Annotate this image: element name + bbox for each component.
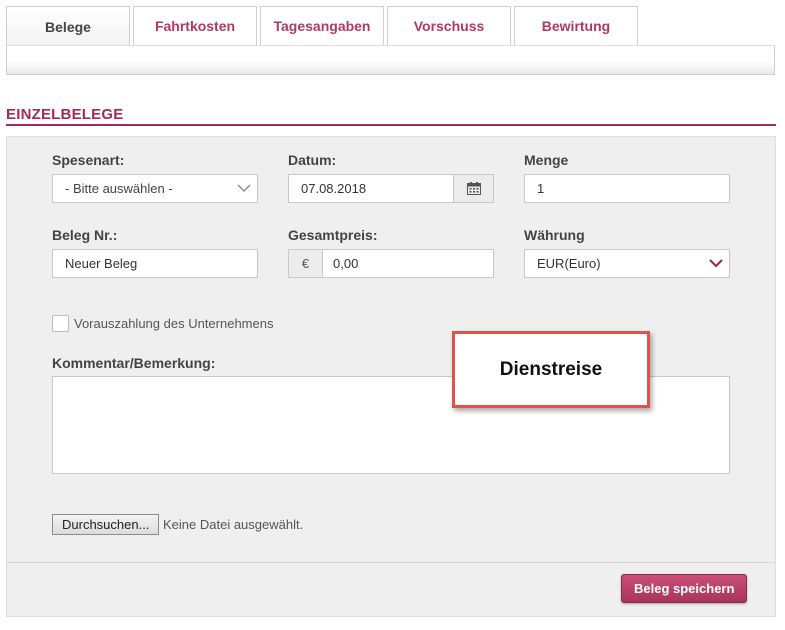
tab-tagesangaben[interactable]: Tagesangaben xyxy=(260,6,384,45)
calendar-icon xyxy=(466,182,481,195)
menge-label: Menge xyxy=(524,152,569,168)
beleg-nr-value: Neuer Beleg xyxy=(65,256,138,271)
tab-label: Belege xyxy=(45,18,91,35)
tab-content-bar xyxy=(6,45,775,75)
tab-label: Bewirtung xyxy=(541,18,611,34)
spesenart-value: - Bitte auswählen - xyxy=(65,181,173,196)
browse-button[interactable]: Durchsuchen... xyxy=(52,514,160,535)
tab-label: Fahrtkosten xyxy=(154,18,236,34)
vorauszahlung-label[interactable]: Vorauszahlung des Unternehmens xyxy=(74,316,273,331)
waehrung-value: EUR(Euro) xyxy=(537,256,601,271)
datum-field[interactable]: 07.08.2018 xyxy=(288,174,494,203)
beleg-nr-label: Beleg Nr.: xyxy=(52,227,118,243)
gesamtpreis-field[interactable]: € 0,00 xyxy=(288,249,494,278)
datum-value: 07.08.2018 xyxy=(301,181,367,196)
menge-value: 1 xyxy=(537,181,545,196)
footer-divider xyxy=(7,562,775,563)
euro-symbol: € xyxy=(301,256,310,271)
tab-label: Vorschuss xyxy=(413,18,485,34)
belege-form-panel: Spesenart: - Bitte auswählen - Datum: 07… xyxy=(6,136,776,617)
tab-belege[interactable]: Belege xyxy=(6,6,130,46)
tab-vorschuss[interactable]: Vorschuss xyxy=(387,6,511,45)
waehrung-label: Währung xyxy=(524,227,585,243)
chevron-down-icon xyxy=(237,184,251,192)
gesamtpreis-label: Gesamtpreis: xyxy=(288,227,378,243)
kommentar-label: Kommentar/Bemerkung: xyxy=(52,355,216,371)
gesamtpreis-value: 0,00 xyxy=(333,256,359,271)
datum-label: Datum: xyxy=(288,152,337,168)
waehrung-select[interactable]: EUR(Euro) xyxy=(524,249,730,278)
calendar-button[interactable] xyxy=(453,175,493,202)
dienstreise-callout: Dienstreise xyxy=(452,331,650,408)
section-divider xyxy=(6,124,776,126)
save-beleg-button[interactable]: Beleg speichern xyxy=(621,574,748,603)
euro-addon: € xyxy=(289,250,323,277)
section-title: EINZELBELEGE xyxy=(6,106,124,123)
menge-field[interactable]: 1 xyxy=(524,174,730,203)
tab-strip: Belege Fahrtkosten Tagesangaben Vorschus… xyxy=(6,6,641,46)
tab-label: Tagesangaben xyxy=(273,18,371,34)
vorauszahlung-checkbox[interactable] xyxy=(52,315,69,332)
beleg-nr-field[interactable]: Neuer Beleg xyxy=(52,249,258,278)
tab-bewirtung[interactable]: Bewirtung xyxy=(514,6,638,45)
chevron-down-icon xyxy=(709,259,723,268)
file-status: Keine Datei ausgewählt. xyxy=(163,517,304,532)
spesenart-select[interactable]: - Bitte auswählen - xyxy=(52,174,258,203)
spesenart-label: Spesenart: xyxy=(52,152,125,168)
tab-fahrtkosten[interactable]: Fahrtkosten xyxy=(133,6,257,45)
